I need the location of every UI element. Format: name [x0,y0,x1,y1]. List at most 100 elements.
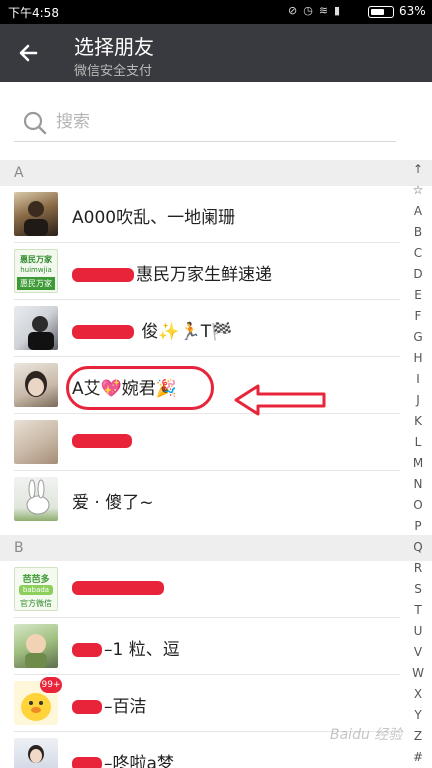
contact-row[interactable] [0,414,400,471]
avatar [14,192,58,236]
index-letter[interactable]: R [406,561,430,575]
avatar [14,420,58,464]
index-letter[interactable]: Z [406,729,430,743]
page-subtitle: 微信安全支付 [74,64,153,79]
index-letter[interactable]: V [406,645,430,659]
redaction-mark [72,581,164,595]
contact-name: –1 粒、逗 [72,635,180,660]
contact-name-text: 俊✨🏃T🏁 [141,322,233,342]
avatar-label: 官方微信 [20,599,52,608]
search-area [0,82,432,160]
index-letter[interactable]: G [406,330,430,344]
redaction-mark [72,268,134,282]
contact-name: 俊✨🏃T🏁 [72,317,232,342]
status-time: 下午4:58 [8,6,59,20]
contact-row[interactable]: A000吹乱、一地阑珊 [0,186,400,243]
avatar [14,738,58,768]
index-letter[interactable]: Q [406,540,430,554]
contact-name [72,431,134,451]
index-letter[interactable]: P [406,519,430,533]
index-letter[interactable]: K [406,414,430,428]
person-photo-icon [25,371,47,397]
contact-row[interactable]: 芭芭多 babada 官方微信 [0,561,400,618]
index-letter[interactable]: E [406,288,430,302]
index-letter[interactable]: N [406,477,430,491]
contact-name: A000吹乱、一地阑珊 [72,208,236,228]
unread-badge: 99+ [40,677,62,693]
watermark: Baidu 经验 [330,727,403,743]
index-letter[interactable]: L [406,435,430,449]
index-letter[interactable]: U [406,624,430,638]
avatar [14,477,58,521]
person-photo-icon [28,745,44,763]
index-letter[interactable]: J [406,393,430,407]
avatar-label: huimwjia [20,266,52,274]
section-header-b: B [0,535,432,561]
contact-name: 惠民万家生鲜速递 [72,260,272,285]
back-arrow-icon[interactable] [14,38,44,68]
battery-icon [368,6,394,18]
index-letter[interactable]: X [406,687,430,701]
contact-row[interactable]: 爱 · 傻了~ [0,471,400,528]
avatar-label: 芭芭多 [22,575,50,585]
index-letter[interactable]: O [406,498,430,512]
index-letter[interactable]: S [406,582,430,596]
index-letter[interactable]: ☆ [406,183,430,197]
avatar: 芭芭多 babada 官方微信 [14,567,58,611]
contact-name: –咚啦a梦 [72,749,174,768]
alarm-icon: ◷ [303,4,319,17]
search-icon [23,111,47,135]
search-box[interactable] [14,104,396,142]
contact-row[interactable]: 俊✨🏃T🏁 [0,300,400,357]
battery-fill [371,9,384,15]
index-letter[interactable]: ↑ [406,162,430,176]
avatar [14,363,58,407]
contact-name-text: –1 粒、逗 [104,640,180,660]
contact-name: 爱 · 傻了~ [72,493,154,513]
index-letter[interactable]: W [406,666,430,680]
contact-row[interactable]: –1 粒、逗 [0,618,400,675]
mute-icon: ⊘ [288,4,304,17]
index-letter[interactable]: H [406,351,430,365]
avatar [14,624,58,668]
rabbit-icon [26,479,50,515]
person-photo-icon [28,316,54,350]
section-header-a: A [0,160,432,186]
index-letter[interactable]: T [406,603,430,617]
signal-icon: ▮ [334,4,347,17]
avatar: 惠民万家 huimwjia 惠民万家 [14,249,58,293]
redaction-mark [72,325,134,339]
avatar-label: 惠民万家 [17,277,55,290]
contact-name: –百洁 [72,692,147,717]
redaction-mark [72,757,102,768]
index-letter[interactable]: M [406,456,430,470]
page-title: 选择朋友 [74,35,154,59]
baby-photo-icon [25,634,47,668]
index-letter[interactable]: # [406,750,430,764]
status-icons: ⊘◷≋▮ [288,4,346,17]
index-letter[interactable]: C [406,246,430,260]
annotation-arrow-icon [234,384,326,416]
status-bar: 下午4:58 ⊘◷≋▮ 63% [0,0,432,24]
contact-name-text: 惠民万家生鲜速递 [136,265,272,285]
contact-name-text: –咚啦a梦 [104,754,174,768]
alphabet-index-bar[interactable]: ↑ ☆ A B C D E F G H I J K L M N O P Q R S T U V W X Y Z # [406,160,430,768]
redaction-mark [72,700,102,714]
index-letter[interactable]: D [406,267,430,281]
header-bar: 选择朋友 微信安全支付 [0,24,432,82]
contact-name [72,578,166,598]
contact-row[interactable]: 惠民万家 huimwjia 惠民万家 惠民万家生鲜速递 [0,243,400,300]
person-photo-icon [24,201,48,236]
search-input[interactable] [56,108,376,136]
avatar: 99+ [14,677,62,725]
wifi-icon: ≋ [318,4,335,17]
avatar-label: 惠民万家 [20,255,52,264]
battery-percent: 63% [399,4,426,18]
index-letter[interactable]: I [406,372,430,386]
highlight-ellipse [66,366,214,410]
index-letter[interactable]: Y [406,708,430,722]
index-letter[interactable]: A [406,204,430,218]
index-letter[interactable]: B [406,225,430,239]
index-letter[interactable]: F [406,309,430,323]
redaction-mark [72,434,132,448]
